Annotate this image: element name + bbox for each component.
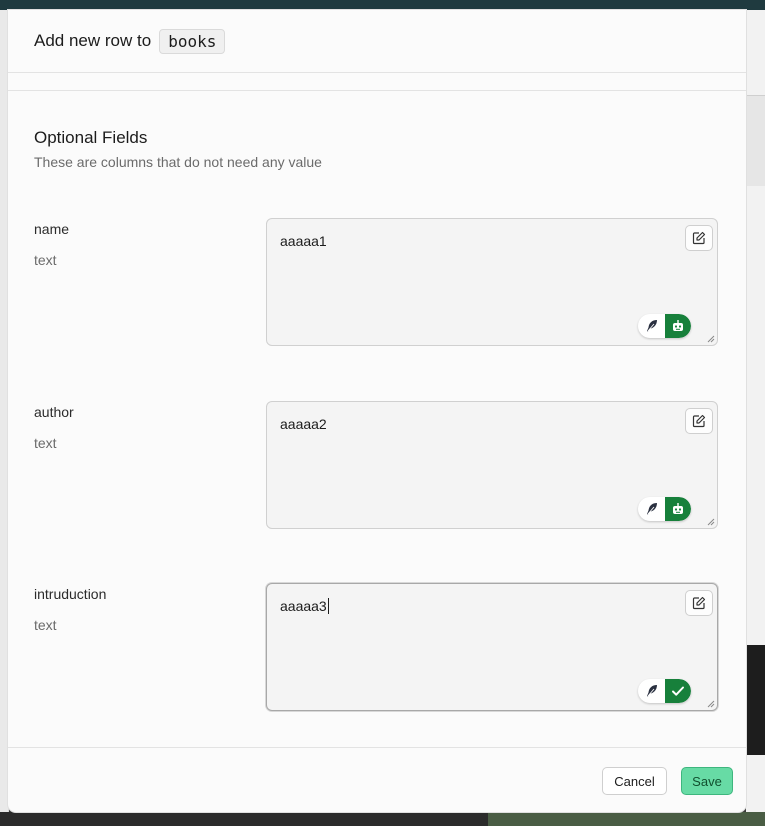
edit-icon: [692, 231, 706, 245]
robot-icon[interactable]: [665, 314, 691, 338]
cancel-button[interactable]: Cancel: [602, 767, 667, 795]
resize-handle-icon[interactable]: [707, 335, 715, 343]
resize-handle-icon[interactable]: [707, 700, 715, 708]
resize-handle-icon[interactable]: [707, 518, 715, 526]
field-intruduction-value: aaaaa3: [280, 598, 327, 614]
panel-title: Add new row to: [34, 31, 152, 50]
field-intruduction-type: text: [34, 617, 57, 633]
field-intruduction-textarea[interactable]: aaaaa3: [266, 583, 718, 711]
field-author-type: text: [34, 435, 57, 451]
edit-icon: [692, 414, 706, 428]
field-intruduction-expand-editor-button[interactable]: [685, 590, 713, 616]
field-author-textarea[interactable]: aaaaa2: [266, 401, 718, 529]
field-intruduction-value-wrap: aaaaa3: [280, 598, 329, 614]
section-title: Optional Fields: [34, 128, 148, 147]
table-name-badge: books: [159, 28, 226, 54]
edit-icon: [692, 596, 706, 610]
field-author-label: author: [34, 404, 74, 420]
feather-icon[interactable]: [638, 679, 665, 703]
field-intruduction-label: intruduction: [34, 586, 107, 602]
field-name-textarea[interactable]: aaaaa1: [266, 218, 718, 346]
feather-icon[interactable]: [638, 497, 665, 521]
field-name-expand-editor-button[interactable]: [685, 225, 713, 251]
save-button[interactable]: Save: [681, 767, 733, 795]
optional-fields-section: Optional Fields These are columns that d…: [34, 128, 322, 170]
field-name-value: aaaaa1: [280, 233, 327, 249]
field-author-ai-toggle[interactable]: [638, 497, 691, 521]
field-author-expand-editor-button[interactable]: [685, 408, 713, 434]
footer-divider: [8, 747, 746, 748]
robot-icon[interactable]: [665, 497, 691, 521]
header-divider: [8, 90, 746, 91]
background-desktop: [0, 812, 765, 826]
text-caret: [327, 598, 329, 614]
field-author-value: aaaaa2: [280, 416, 327, 432]
add-row-panel: Add new row to books Optional Fields The…: [8, 10, 746, 812]
field-name-label: name: [34, 221, 70, 237]
field-name-ai-toggle[interactable]: [638, 314, 691, 338]
section-description: These are columns that do not need any v…: [34, 154, 322, 170]
check-icon[interactable]: [665, 679, 691, 703]
feather-icon[interactable]: [638, 314, 665, 338]
panel-header: Add new row to books: [8, 10, 746, 73]
background-app-topbar: [0, 0, 765, 10]
field-name-type: text: [34, 252, 57, 268]
field-intruduction-ai-toggle[interactable]: [638, 679, 691, 703]
background-app-right-edge: [746, 10, 765, 816]
